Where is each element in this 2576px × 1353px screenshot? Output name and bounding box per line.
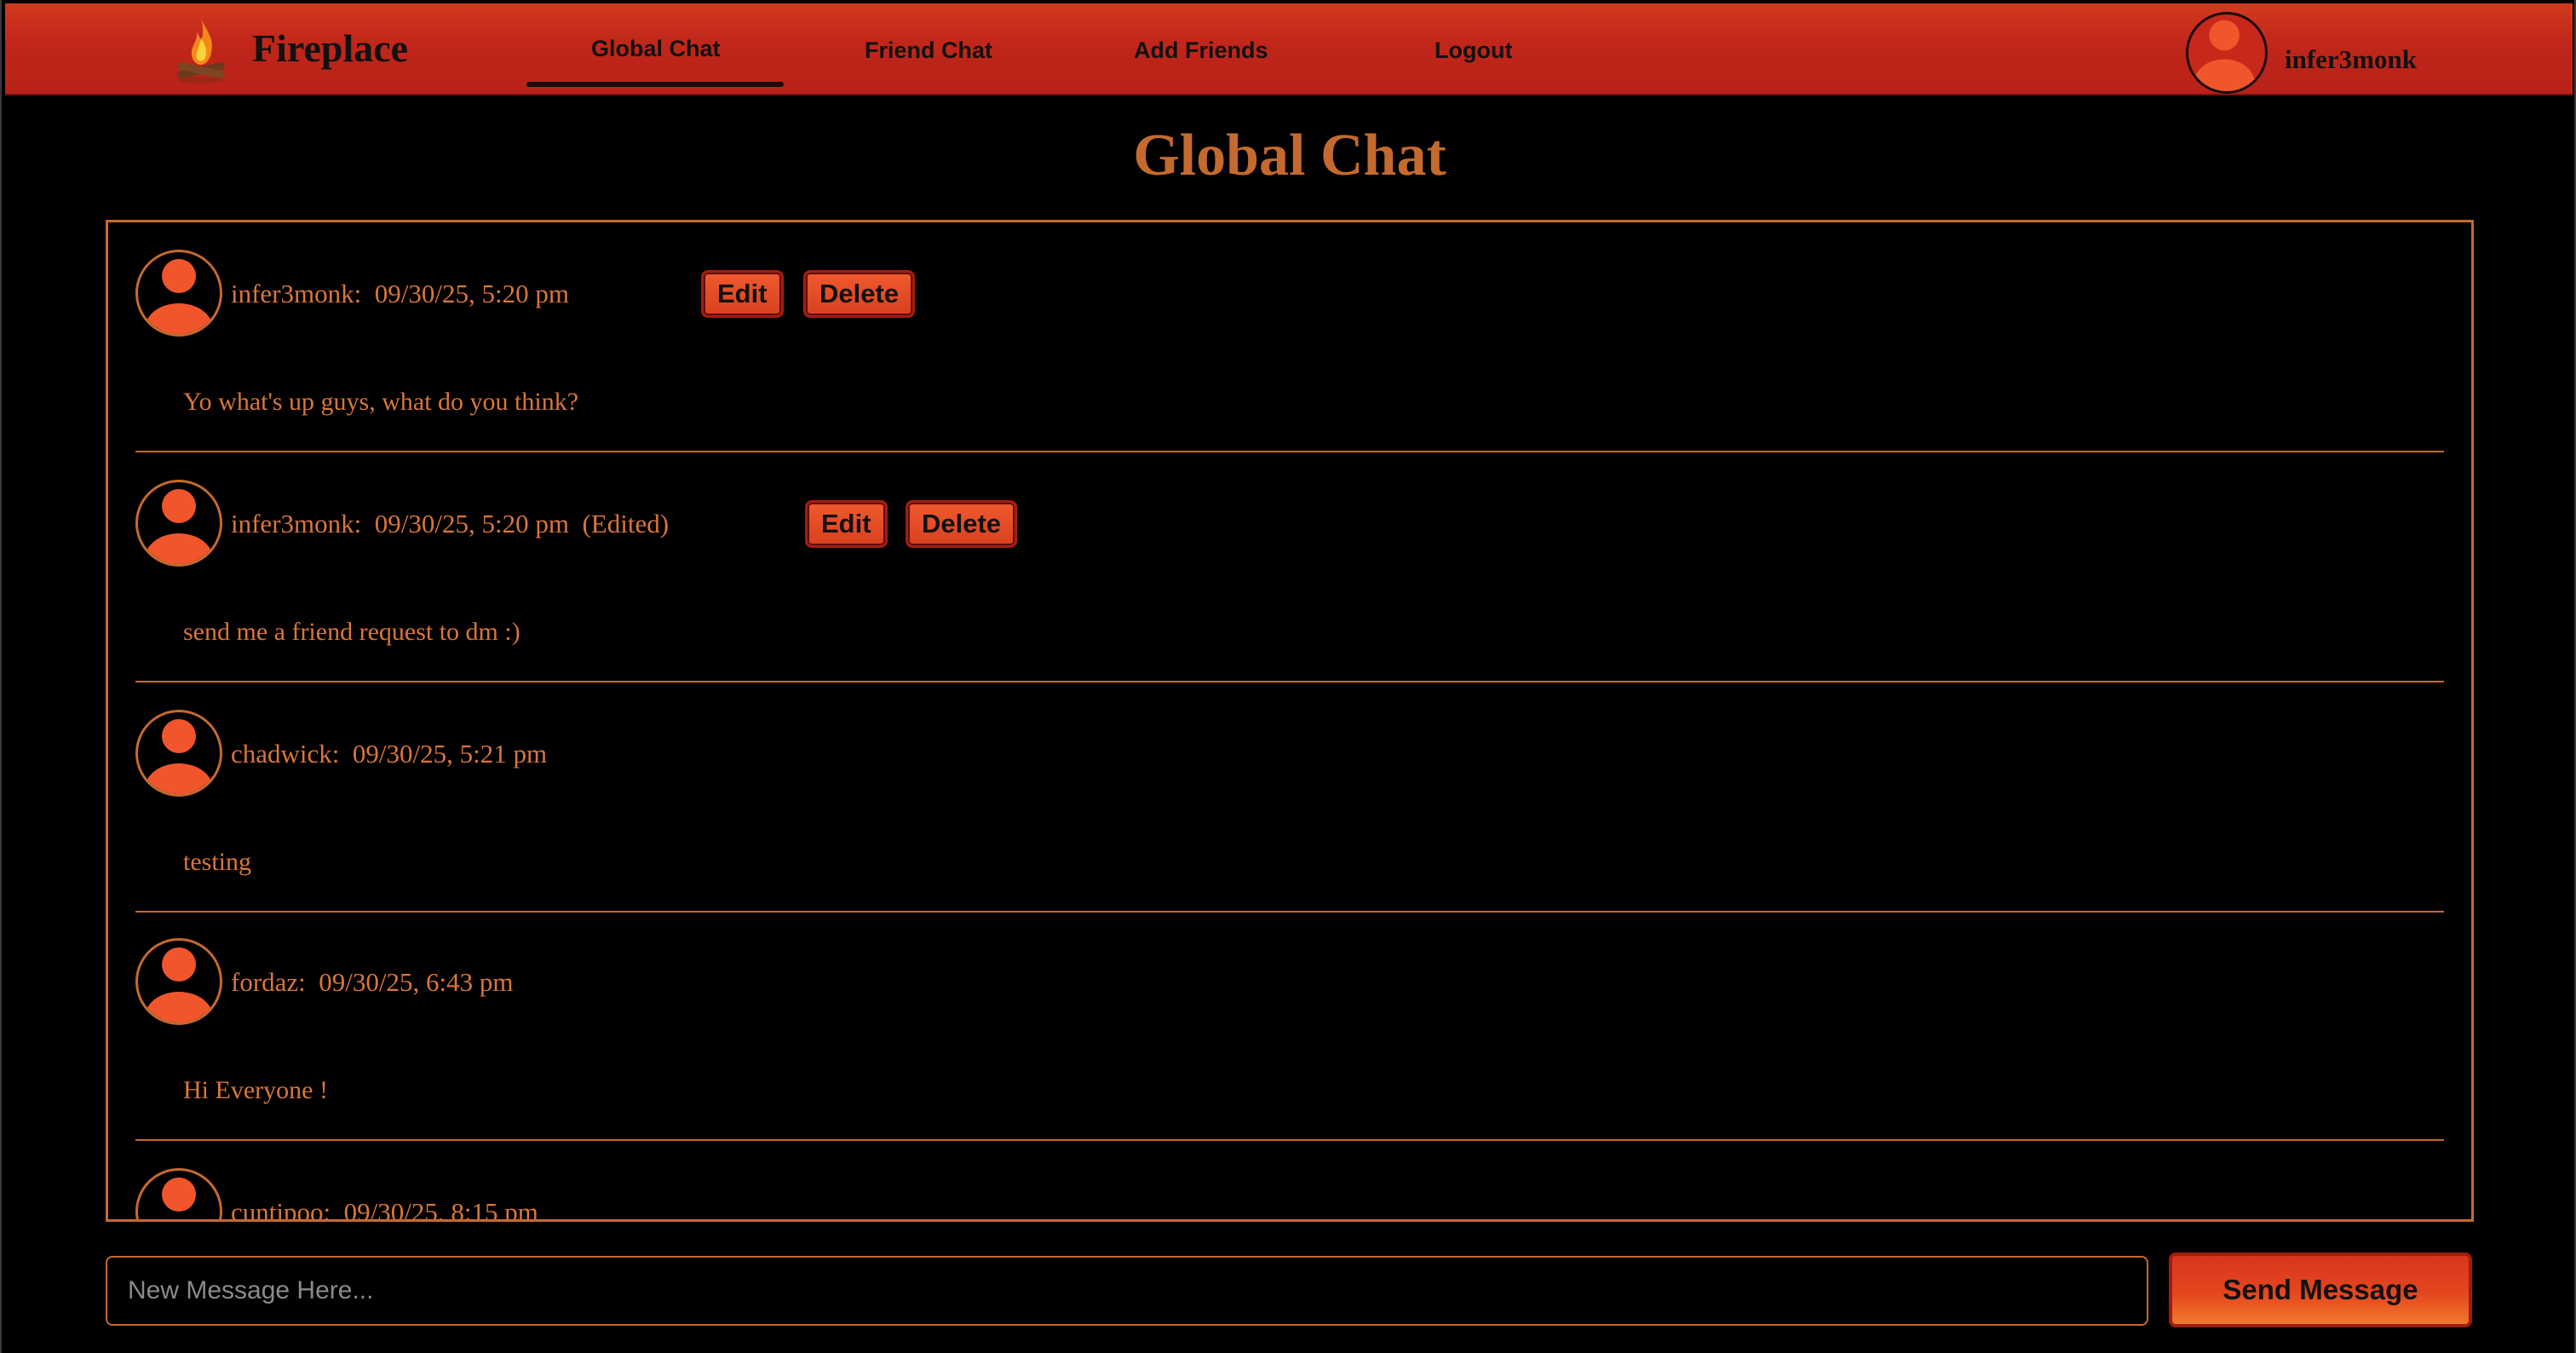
message-timestamp: 09/30/25, 8:15 pm [343, 1197, 538, 1222]
message-item: infer3monk: 09/30/25, 5:20 pm Edit Delet… [135, 222, 2444, 452]
brand-name[interactable]: Fireplace [252, 29, 408, 68]
edited-label: (Edited) [582, 509, 670, 538]
user-avatar-icon [135, 250, 222, 337]
message-text: testing [183, 848, 251, 876]
message-author: infer3monk [231, 279, 354, 308]
nav-global-chat[interactable]: Global Chat [591, 37, 721, 60]
message-meta: fordaz: 09/30/25, 6:43 pm [231, 967, 514, 997]
message-timestamp: 09/30/25, 5:20 pm [374, 509, 569, 538]
user-avatar-icon[interactable] [2186, 12, 2268, 94]
message-meta: cuntipoo: 09/30/25, 8:15 pm [231, 1197, 538, 1222]
message-author: fordaz [231, 967, 299, 997]
page-title: Global Chat [1133, 123, 1446, 188]
message-author: chadwick [231, 739, 332, 769]
user-avatar-icon [135, 710, 222, 797]
campfire-logo-icon [177, 19, 225, 83]
top-navigation-bar: Fireplace Global Chat Friend Chat Add Fr… [5, 3, 2573, 95]
edit-message-button[interactable]: Edit [701, 270, 784, 318]
delete-message-button[interactable]: Delete [803, 270, 916, 318]
send-message-button[interactable]: Send Message [2169, 1252, 2472, 1327]
message-item: fordaz: 09/30/25, 6:43 pm Hi Everyone ! [135, 911, 2444, 1141]
message-text: send me a friend request to dm :) [183, 618, 520, 646]
user-avatar-icon [135, 480, 222, 567]
edit-message-button[interactable]: Edit [805, 500, 888, 548]
message-timestamp: 09/30/25, 5:20 pm [374, 279, 569, 308]
nav-friend-chat[interactable]: Friend Chat [865, 39, 992, 62]
header-username[interactable]: infer3monk [2285, 46, 2417, 72]
new-message-input[interactable] [106, 1256, 2148, 1326]
nav-logout[interactable]: Logout [1435, 39, 1512, 62]
message-item: cuntipoo: 09/30/25, 8:15 pm [135, 1141, 2444, 1222]
message-text: Yo what's up guys, what do you think? [183, 388, 579, 416]
user-avatar-icon [135, 1168, 222, 1219]
message-timestamp: 09/30/25, 5:21 pm [352, 739, 548, 769]
chat-messages-panel[interactable]: infer3monk: 09/30/25, 5:20 pm Edit Delet… [106, 220, 2474, 1222]
delete-message-button[interactable]: Delete [906, 500, 1018, 548]
message-author: cuntipoo [231, 1197, 324, 1222]
message-meta: infer3monk: 09/30/25, 5:20 pm [231, 279, 569, 308]
app-window: Fireplace Global Chat Friend Chat Add Fr… [0, 0, 2576, 1353]
message-meta: chadwick: 09/30/25, 5:21 pm [231, 739, 548, 769]
active-nav-indicator [526, 82, 784, 87]
message-author: infer3monk [231, 509, 354, 538]
message-meta: infer3monk: 09/30/25, 5:20 pm (Edited) [231, 509, 670, 538]
message-text: Hi Everyone ! [183, 1076, 328, 1104]
message-item: infer3monk: 09/30/25, 5:20 pm (Edited) E… [135, 452, 2444, 682]
message-timestamp: 09/30/25, 6:43 pm [319, 967, 514, 997]
message-item: chadwick: 09/30/25, 5:21 pm testing [135, 682, 2444, 913]
user-avatar-icon [135, 938, 222, 1025]
nav-add-friends[interactable]: Add Friends [1134, 39, 1268, 62]
